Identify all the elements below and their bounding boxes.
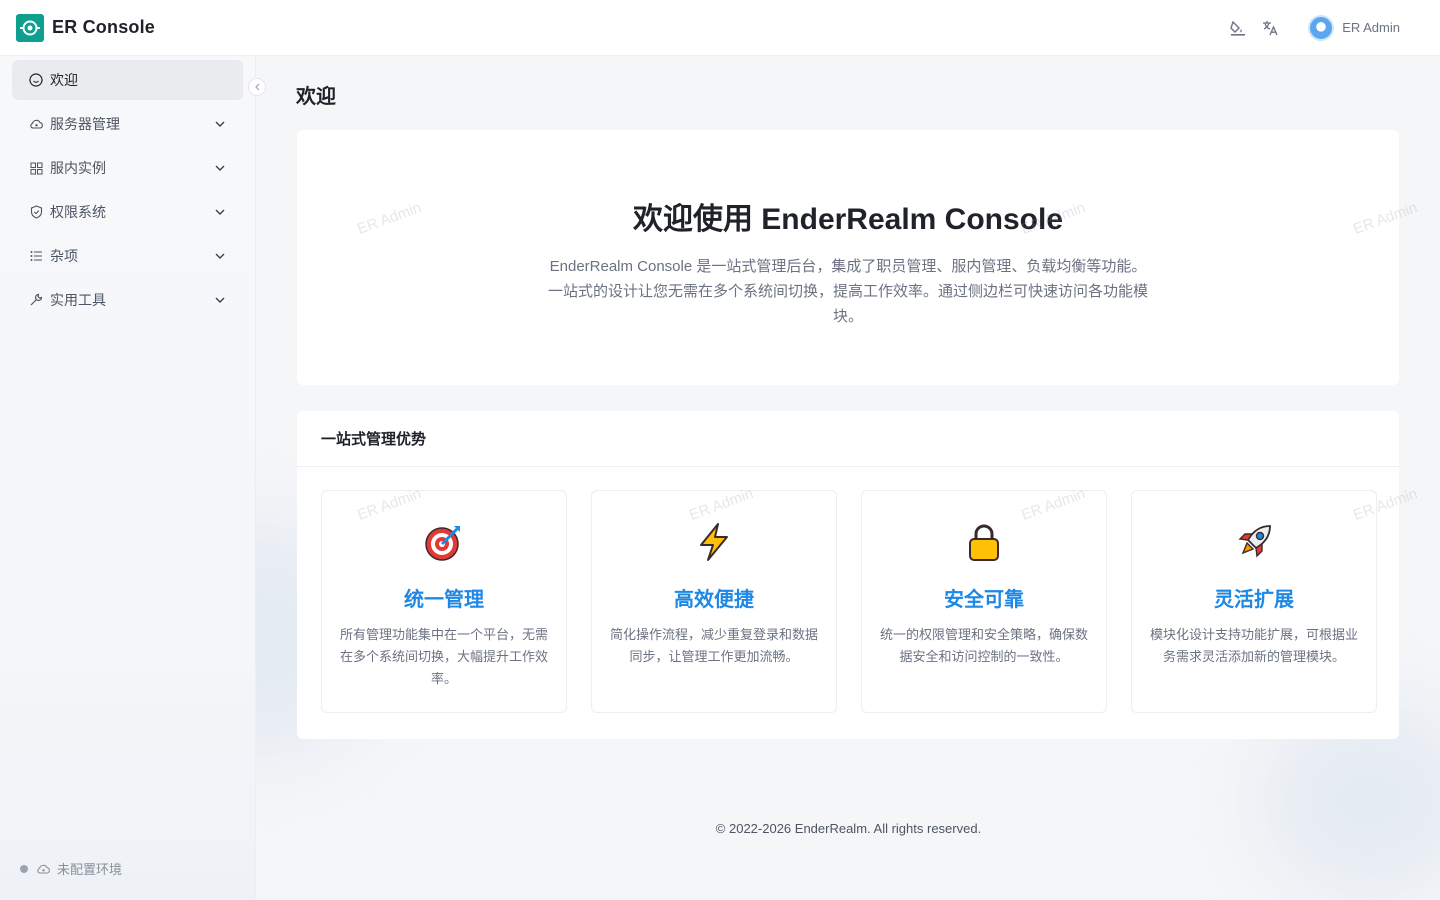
env-status[interactable]: 未配置环境 [20,859,122,878]
shield-icon [28,204,44,220]
card-description: 简化操作流程，减少重复登录和数据同步，让管理工作更加流畅。 [609,627,818,664]
brand[interactable]: ER Console [16,13,156,42]
card-title: 灵活扩展 [1214,589,1294,611]
advantages-panel: 一站式管理优势 统一管理 所有管理功能集中在一个平台，无需在多个系统间切换，大幅… [297,411,1399,739]
chevron-down-icon [213,249,227,263]
grid-icon [28,160,44,176]
card-description: 所有管理功能集中在一个平台，无需在多个系统间切换，大幅提升工作效率。 [339,627,548,686]
translate-icon[interactable] [1260,18,1280,38]
lock-icon [878,521,1090,563]
card-title: 高效便捷 [674,589,754,611]
chevron-down-icon [213,161,227,175]
main-content: 欢迎 欢迎使用 EnderRealm Console EnderRealm Co… [257,56,1440,900]
sidebar-item-label: 欢迎 [50,72,78,88]
card-description: 模块化设计支持功能扩展，可根据业务需求灵活添加新的管理模块。 [1149,627,1358,664]
advantage-cards: 统一管理 所有管理功能集中在一个平台，无需在多个系统间切换，大幅提升工作效率。 … [321,490,1401,713]
rocket-icon [1148,521,1360,563]
sidebar-item-server-management[interactable]: 服务器管理 [12,104,243,144]
hero-title: 欢迎使用 EnderRealm Console [632,203,1064,236]
sidebar: 欢迎 服务器管理 服内实例 权限系统 杂项 实用工具 未配置环境 [0,56,256,900]
sidebar-item-permissions[interactable]: 权限系统 [12,192,243,232]
chevron-down-icon [213,205,227,219]
avatar [1308,14,1335,41]
welcome-hero: 欢迎使用 EnderRealm Console EnderRealm Conso… [297,130,1399,385]
status-dot [20,864,28,873]
wrench-icon [28,292,44,308]
sidebar-item-label: 权限系统 [50,204,106,220]
hero-description: EnderRealm Console 是一站式管理后台，集成了职员管理、服内管理… [548,258,1149,325]
chevron-down-icon [213,117,227,131]
cloud-icon [28,116,44,132]
advantage-card: 安全可靠 统一的权限管理和安全策略，确保数据安全和访问控制的一致性。 [861,490,1107,713]
sidebar-item-label: 服务器管理 [50,116,120,132]
advantage-card: 统一管理 所有管理功能集中在一个平台，无需在多个系统间切换，大幅提升工作效率。 [321,490,567,713]
sidebar-item-tools[interactable]: 实用工具 [12,280,243,320]
list-icon [28,248,44,264]
sidebar-item-label: 服内实例 [50,160,106,176]
logo-icon [16,13,44,42]
sidebar-menu: 欢迎 服务器管理 服内实例 权限系统 杂项 实用工具 [0,56,255,320]
advantage-card: 灵活扩展 模块化设计支持功能扩展，可根据业务需求灵活添加新的管理模块。 [1131,490,1377,713]
chevron-down-icon [213,293,227,307]
app-title: ER Console [52,17,156,37]
card-description: 统一的权限管理和安全策略，确保数据安全和访问控制的一致性。 [879,627,1088,664]
sidebar-item-label: 实用工具 [50,292,106,308]
user-menu[interactable]: ER Admin [1308,14,1400,41]
theme-brush-icon[interactable] [1228,18,1248,38]
card-title: 统一管理 [404,589,484,611]
sidebar-item-misc[interactable]: 杂项 [12,236,243,276]
sidebar-item-welcome[interactable]: 欢迎 [12,60,243,100]
card-title: 安全可靠 [944,589,1024,611]
user-name: ER Admin [1342,20,1400,35]
advantage-card: 高效便捷 简化操作流程，减少重复登录和数据同步，让管理工作更加流畅。 [591,490,837,713]
footer-copyright: © 2022-2026 EnderRealm. All rights reser… [715,821,982,836]
page-title: 欢迎 [296,86,336,108]
sidebar-item-label: 杂项 [50,248,78,264]
env-status-label: 未配置环境 [57,862,123,877]
sidebar-item-instances[interactable]: 服内实例 [12,148,243,188]
cloud-icon [36,863,51,875]
top-header: ER Console ER Admin [0,0,1440,56]
advantages-heading: 一站式管理优势 [297,411,1399,467]
lightning-icon [608,521,820,563]
target-icon [338,521,550,563]
smile-icon [28,72,44,88]
